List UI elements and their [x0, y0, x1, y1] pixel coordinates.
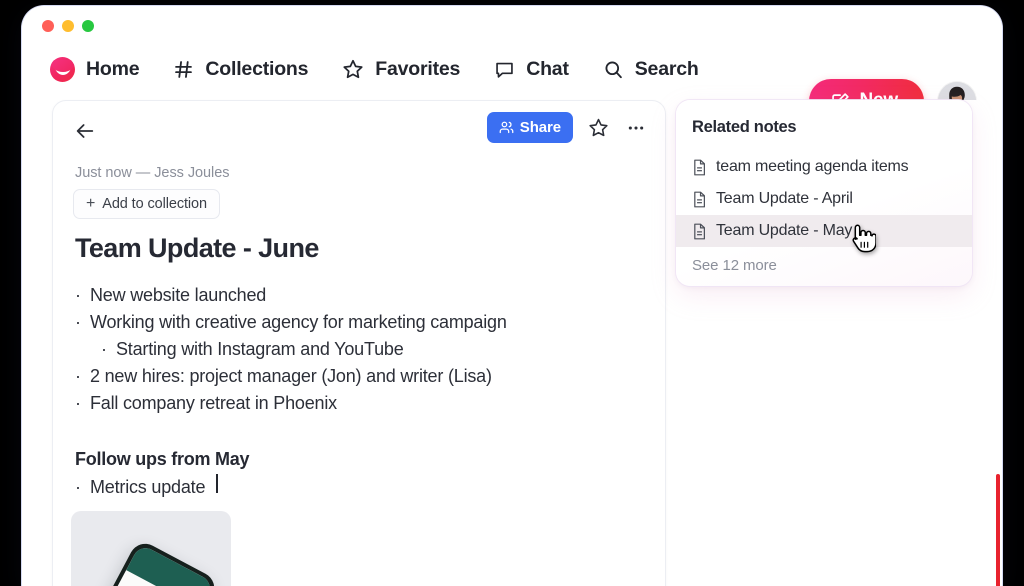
bullet-marker: ·: [101, 336, 106, 363]
bullet-text: Working with creative agency for marketi…: [90, 309, 507, 336]
nav-item-label: Home: [86, 58, 139, 81]
star-outline-icon: [588, 117, 609, 138]
note-toolbar-actions: Share: [487, 112, 649, 143]
related-note-item[interactable]: Team Update - April: [676, 183, 972, 215]
add-to-collection-label: Add to collection: [102, 196, 207, 212]
related-note-label: Team Update - May: [716, 222, 852, 240]
back-button[interactable]: [71, 117, 99, 145]
more-options-button[interactable]: [623, 115, 649, 141]
nav-item-label: Collections: [205, 58, 308, 81]
star-icon: [342, 58, 364, 80]
share-button-label: Share: [520, 119, 561, 136]
favorite-button[interactable]: [585, 115, 611, 141]
bullet-text: 2 new hires: project manager (Jon) and w…: [90, 363, 492, 390]
top-navigation: Home Collections: [22, 38, 1002, 100]
chat-bubble-icon: [494, 59, 515, 80]
bullet-text: New website launched: [90, 282, 266, 309]
embedded-image[interactable]: [71, 511, 231, 586]
app-window: Home Collections: [22, 6, 1002, 586]
note-meta: Just now — Jess Joules: [75, 165, 229, 181]
bullet-text: Metrics update: [90, 474, 205, 501]
titlebar: [22, 6, 1002, 38]
nav-item-favorites[interactable]: Favorites: [342, 58, 460, 81]
minimize-window-button[interactable]: [62, 20, 74, 32]
hash-icon: [173, 59, 194, 80]
vertical-scrollbar[interactable]: [996, 474, 1000, 586]
bullet-item: · 2 new hires: project manager (Jon) and…: [75, 363, 655, 390]
ellipsis-icon: [626, 118, 646, 138]
plus-icon: +: [86, 196, 95, 212]
bullet-marker: ·: [75, 363, 80, 390]
bullet-text: Fall company retreat in Phoenix: [90, 390, 337, 417]
bullet-marker: ·: [75, 309, 80, 336]
document-icon: [692, 159, 707, 176]
bullet-item: · New website launched: [75, 282, 655, 309]
bullet-item: · Metrics update: [75, 474, 655, 501]
related-notes-title: Related notes: [692, 118, 972, 137]
bullet-marker: ·: [75, 390, 80, 417]
close-window-button[interactable]: [42, 20, 54, 32]
document-icon: [692, 223, 707, 240]
related-note-item-selected[interactable]: Team Update - May: [676, 215, 972, 247]
bullet-item: · Working with creative agency for marke…: [75, 309, 655, 336]
app-logo-icon: [50, 57, 75, 82]
note-section-heading: Follow ups from May: [75, 449, 655, 470]
note-toolbar: Share: [53, 101, 665, 161]
add-to-collection-button[interactable]: + Add to collection: [73, 189, 220, 219]
text-caret: [216, 474, 218, 493]
bullet-marker: ·: [75, 474, 80, 501]
nav-item-label: Favorites: [375, 58, 460, 81]
nav-item-label: Chat: [526, 58, 569, 81]
note-card: Share: [52, 100, 666, 586]
phone-mockup-graphic: [71, 538, 220, 586]
share-button[interactable]: Share: [487, 112, 573, 143]
nav-item-label: Search: [635, 58, 699, 81]
zoom-window-button[interactable]: [82, 20, 94, 32]
nav-item-collections[interactable]: Collections: [173, 58, 308, 81]
related-notes-panel: Related notes team meeting agenda items: [676, 100, 972, 286]
related-note-label: team meeting agenda items: [716, 158, 908, 176]
see-more-link[interactable]: See 12 more: [692, 257, 972, 274]
related-note-item[interactable]: team meeting agenda items: [676, 151, 972, 183]
nav-item-home[interactable]: Home: [50, 57, 139, 82]
note-title: Team Update - June: [75, 233, 655, 264]
bullet-text: Starting with Instagram and YouTube: [116, 336, 404, 363]
nav-item-search[interactable]: Search: [603, 58, 699, 81]
bullet-item: · Fall company retreat in Phoenix: [75, 390, 655, 417]
content-area: Share: [22, 100, 1002, 586]
search-icon: [603, 59, 624, 80]
arrow-left-icon: [74, 120, 96, 142]
nav-item-list: Home Collections: [50, 57, 699, 82]
traffic-lights: [42, 20, 94, 32]
document-icon: [692, 191, 707, 208]
note-body[interactable]: Team Update - June · New website launche…: [75, 233, 655, 501]
nav-item-chat[interactable]: Chat: [494, 58, 569, 81]
bullet-item: · Starting with Instagram and YouTube: [101, 336, 655, 363]
people-icon: [499, 120, 514, 135]
related-note-label: Team Update - April: [716, 190, 853, 208]
bullet-marker: ·: [75, 282, 80, 309]
